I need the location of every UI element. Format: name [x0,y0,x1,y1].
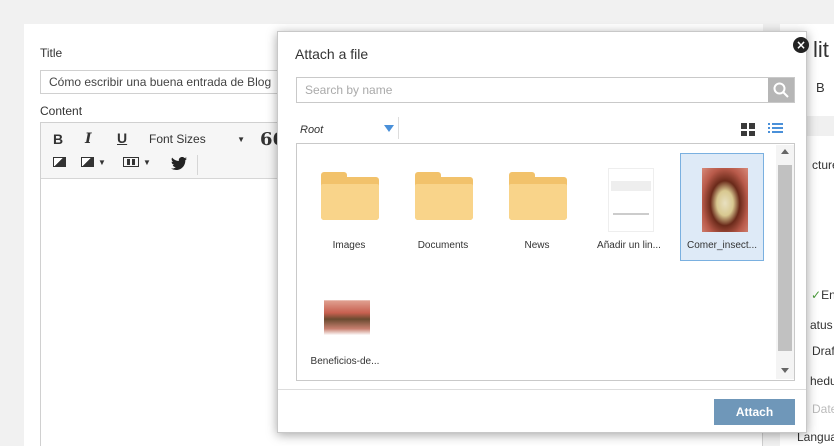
search-box [296,77,795,103]
attach-file-modal: Attach a file Root Images Documents News… [277,31,807,433]
folder-icon [415,172,473,220]
status-label: atus [810,318,833,332]
status-select[interactable]: Draf [812,344,834,358]
italic-button[interactable]: I [85,131,92,147]
enable-label: En [821,288,834,302]
file-browser: Images Documents News Añadir un lin... C… [296,143,795,381]
enable-checkbox[interactable]: ✓En [811,288,834,302]
image-icon [81,157,94,167]
file-item-anadir[interactable]: Añadir un lin... [587,154,671,262]
list-view-icon[interactable] [768,123,783,136]
scroll-up-icon[interactable] [781,149,789,154]
item-label: Images [332,240,366,251]
schedule-label: hedu [810,374,834,388]
search-input[interactable] [297,78,768,102]
grid-view-icon[interactable] [741,123,755,136]
chevron-down-icon: ▼ [98,157,106,167]
chevron-down-icon: ▼ [237,134,245,144]
scroll-down-icon[interactable] [781,368,789,373]
underline-button[interactable]: U [117,130,127,146]
footer-divider [278,389,806,390]
item-label: News [524,240,550,251]
item-label: Comer_insect... [686,240,758,251]
twitter-icon [171,157,187,170]
edit-heading: lit [813,37,829,62]
insert-image-button[interactable] [53,157,66,167]
font-sizes-dropdown[interactable]: Font Sizes ▼ [149,132,245,146]
twitter-button[interactable] [171,157,187,170]
font-sizes-label: Font Sizes [149,132,206,146]
folder-item-news[interactable]: News [495,154,579,262]
media-icon [123,157,139,167]
item-label: Documents [417,240,469,251]
image-dropdown-button[interactable]: ▼ [81,157,106,167]
media-dropdown-button[interactable]: ▼ [123,157,151,167]
date-input[interactable]: Date [812,402,834,416]
scrollbar[interactable] [776,145,794,379]
check-icon: ✓ [811,288,822,302]
search-icon [773,82,789,98]
file-thumbnail [324,284,370,348]
file-thumbnail [702,168,748,232]
folder-icon [321,172,379,220]
scrollbar-thumb[interactable] [778,165,792,351]
content-label: Content [40,104,83,118]
item-label: Añadir un lin... [597,240,661,251]
bold-button[interactable]: B [53,131,63,147]
toolbar-divider [197,155,198,175]
chevron-down-icon[interactable] [384,125,394,132]
divider [398,117,399,139]
folder-item-images[interactable]: Images [307,154,391,262]
sidebar-button-label[interactable]: B [816,80,825,95]
file-item-comer-insectos[interactable]: Comer_insect... [680,153,764,261]
modal-title: Attach a file [295,46,369,62]
search-button[interactable] [768,78,794,102]
file-thumbnail [608,168,654,232]
file-item-beneficios[interactable]: Beneficios-de... [303,270,387,378]
image-icon [53,157,66,167]
folder-icon [509,172,567,220]
picture-label: cture [812,158,834,172]
close-icon[interactable]: × [793,37,809,53]
attach-button[interactable]: Attach [714,399,795,425]
title-label: Title [40,46,63,60]
item-label: Beneficios-de... [310,356,380,367]
folder-item-documents[interactable]: Documents [401,154,485,262]
chevron-down-icon: ▼ [143,157,151,167]
